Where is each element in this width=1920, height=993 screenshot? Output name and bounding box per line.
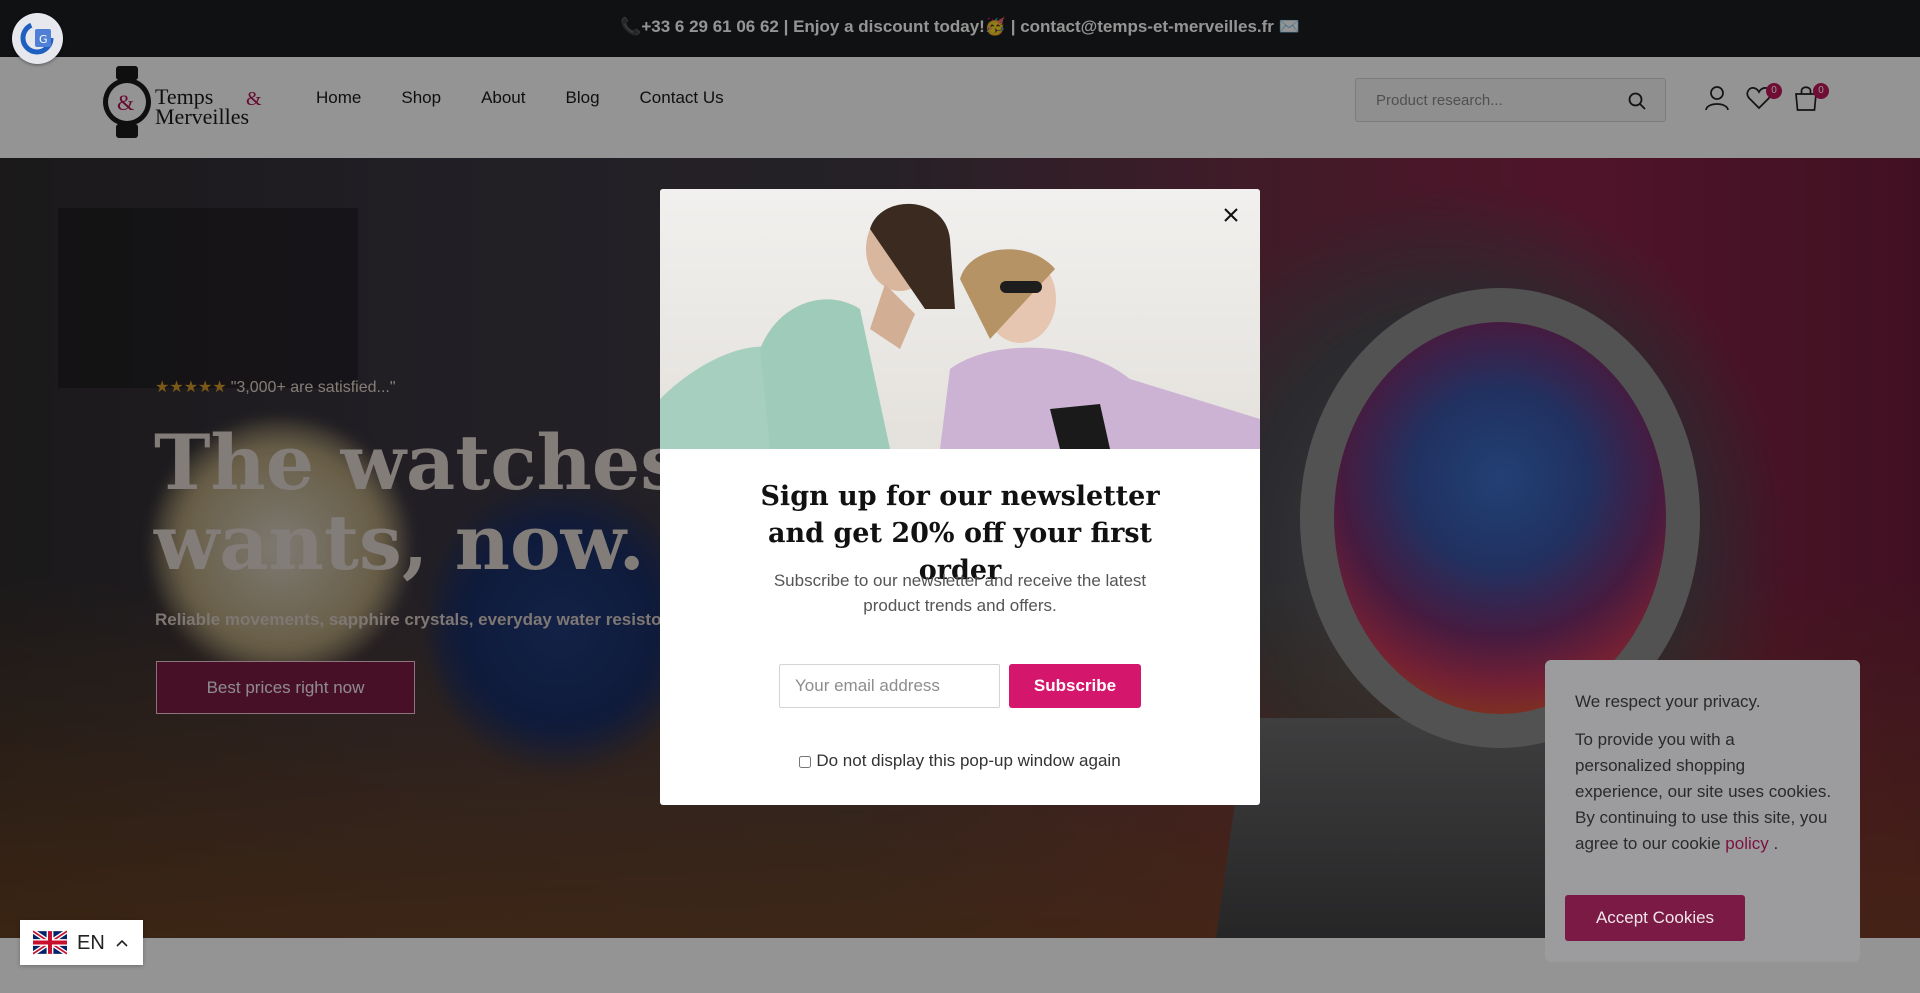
dont-show-label: Do not display this pop-up window again [816,751,1121,770]
language-selector[interactable]: EN [20,920,143,965]
subscribe-button[interactable]: Subscribe [1009,664,1141,708]
cookie-notice: We respect your privacy. To provide you … [1545,660,1860,962]
cookie-title: We respect your privacy. [1575,692,1761,711]
svg-text:G: G [39,33,48,46]
cookie-body: To provide you with a personalized shopp… [1575,730,1832,853]
dont-show-checkbox[interactable] [799,755,812,768]
dont-show-again[interactable]: Do not display this pop-up window again [660,751,1260,771]
chevron-up-icon [116,939,128,947]
popup-description: Subscribe to our newsletter and receive … [773,571,1147,615]
cookie-policy-link[interactable]: policy [1725,834,1768,853]
close-icon[interactable] [1217,201,1245,229]
cookie-text: To provide you with a personalized shopp… [1575,727,1835,857]
popup-models-image [660,189,1260,449]
uk-flag-icon [33,930,67,955]
newsletter-popup: Sign up for our newsletter and get 20% o… [660,189,1260,805]
language-code: EN [77,932,105,954]
accept-cookies-button[interactable]: Accept Cookies [1565,895,1745,941]
email-field[interactable] [779,664,1000,708]
cookie-period: . [1768,834,1779,853]
translate-icon[interactable]: G [12,13,63,64]
